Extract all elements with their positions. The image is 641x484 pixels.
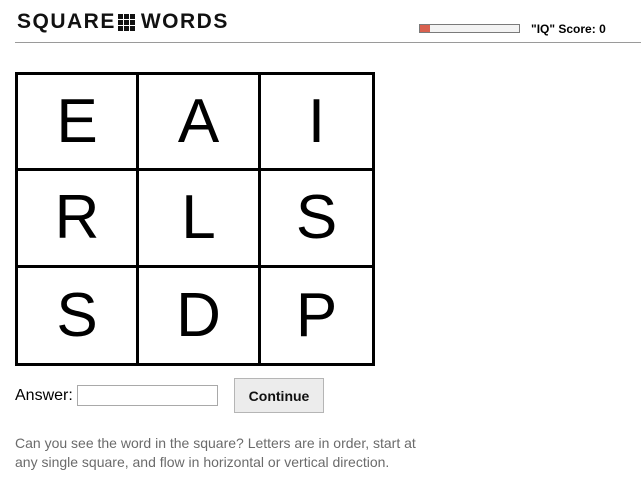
grid-cell[interactable]: P [261,268,372,363]
grid-cell[interactable]: L [139,171,261,268]
answer-label: Answer: [15,387,73,404]
square-words-logo: SQUARE WORDS [17,11,229,33]
game-page: SQUARE WORDS "IQ" Score: 0 E A I R L S S… [0,0,641,484]
header-divider [15,42,641,43]
letter-grid: E A I R L S S D P [15,72,375,366]
answer-input[interactable] [77,385,218,406]
grid-cell[interactable]: I [261,75,372,171]
continue-button[interactable]: Continue [234,378,324,413]
logo-text-square: SQUARE [17,10,116,33]
grid-cell[interactable]: S [261,171,372,268]
iq-progress-fill [420,25,430,32]
logo-text-words: WORDS [140,10,229,33]
grid-cell[interactable]: A [139,75,261,171]
iq-progress-bar [419,24,520,33]
instructions-text: Can you see the word in the square? Lett… [15,435,416,470]
grid-cell[interactable]: R [18,171,139,268]
iq-score-label: "IQ" Score: 0 [531,22,606,36]
grid-cell[interactable]: S [18,268,139,363]
grid-cell[interactable]: D [139,268,261,363]
grid-icon [117,13,137,31]
grid-cell[interactable]: E [18,75,139,171]
